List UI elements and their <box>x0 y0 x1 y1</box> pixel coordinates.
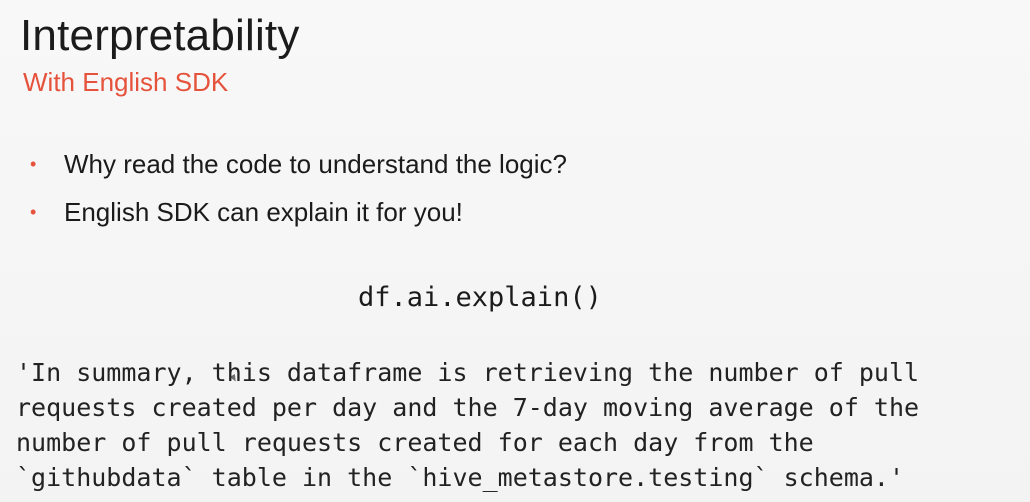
bullet-text: Why read the code to understand the logi… <box>64 149 567 179</box>
output-line: number of pull requests created for each… <box>16 428 814 457</box>
bullet-item: • English SDK can explain it for you! <box>30 188 567 236</box>
bullet-list: • Why read the code to understand the lo… <box>30 140 567 236</box>
bullet-text: English SDK can explain it for you! <box>64 197 463 227</box>
slide: Interpretability With English SDK • Why … <box>0 0 1030 502</box>
bullet-dot-icon: • <box>30 154 37 174</box>
output-line: 'In summary, this dataframe is retrievin… <box>16 358 920 387</box>
code-call: df.ai.explain() <box>358 282 602 313</box>
bullet-dot-icon: • <box>30 202 37 222</box>
output-line: requests created per day and the 7-day m… <box>16 393 920 422</box>
output-line: `githubdata` table in the `hive_metastor… <box>16 463 905 492</box>
slide-subtitle: With English SDK <box>23 67 229 97</box>
explain-output: 'In summary, this dataframe is retrievin… <box>16 355 919 495</box>
bullet-item: • Why read the code to understand the lo… <box>30 140 567 188</box>
slide-title: Interpretability <box>20 11 300 60</box>
